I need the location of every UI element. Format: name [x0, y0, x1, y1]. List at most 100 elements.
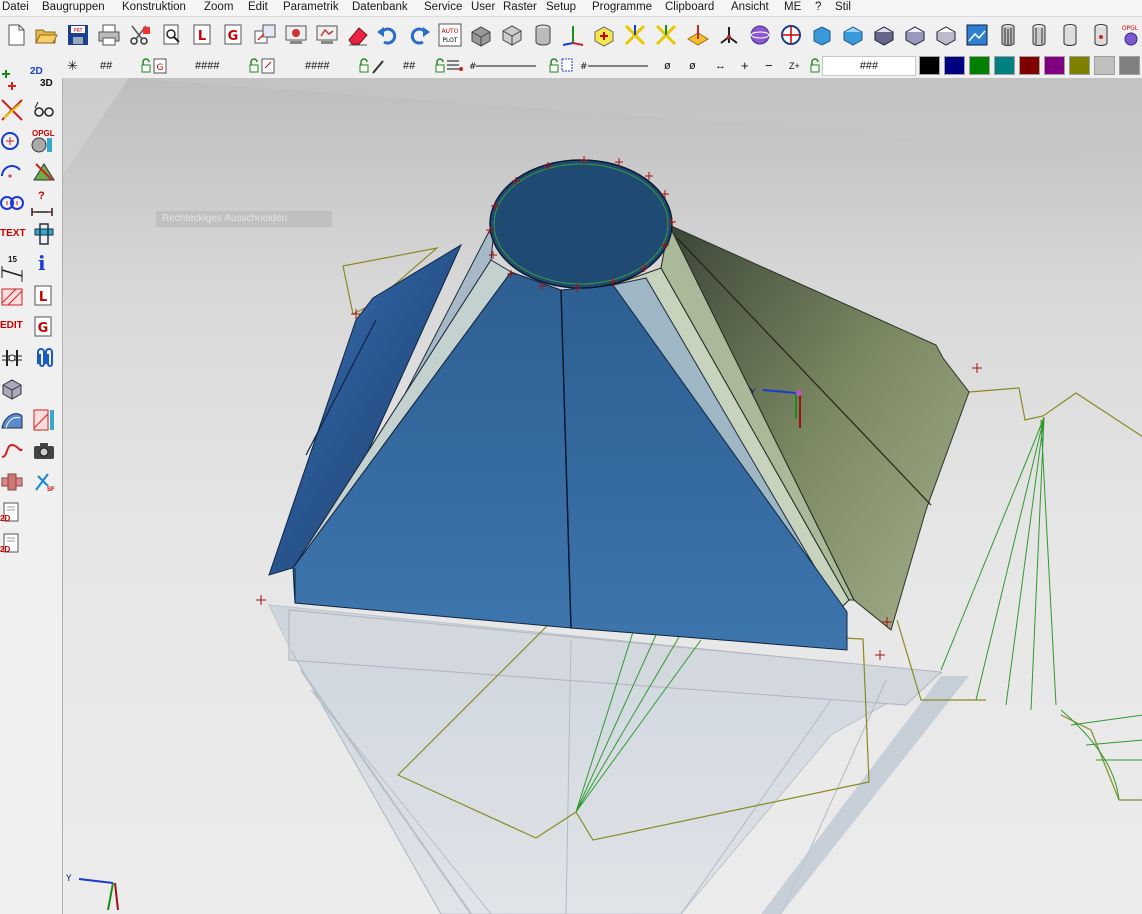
view-front-icon[interactable] — [810, 23, 834, 47]
menu-datei[interactable]: Datei — [2, 0, 29, 16]
redo-icon[interactable] — [407, 23, 431, 47]
dimension-query-icon[interactable]: ? — [30, 190, 54, 216]
3d-viewport[interactable]: Y Y Rechteckiges Ausschneiden — [62, 78, 1142, 914]
box-icon[interactable] — [500, 23, 524, 47]
circle-center-icon[interactable] — [0, 129, 24, 153]
view-iso2-icon[interactable] — [903, 23, 927, 47]
layer-stack-icon[interactable] — [32, 222, 56, 246]
edit-button[interactable]: EDIT — [0, 316, 24, 340]
menu-setup[interactable]: Setup — [546, 0, 576, 16]
menu-service[interactable]: Service — [424, 0, 462, 16]
layer-g-icon-left[interactable]: G — [32, 315, 56, 339]
view-top-icon[interactable] — [841, 23, 865, 47]
lock-layer-icon-2[interactable] — [248, 56, 278, 76]
z-plus-button[interactable]: Z+ — [789, 56, 800, 76]
color-swatch-purple[interactable] — [1044, 56, 1065, 75]
arc-icon[interactable] — [0, 160, 24, 184]
snap-star-button[interactable]: ✳ — [67, 56, 78, 76]
globe-icon[interactable] — [779, 23, 803, 47]
menu-baugruppen[interactable]: Baugruppen — [42, 0, 105, 16]
cylinder2-icon[interactable] — [1027, 23, 1051, 47]
image-icon[interactable] — [965, 23, 989, 47]
surface-icon[interactable] — [0, 408, 24, 432]
color-swatch-silver[interactable] — [1094, 56, 1115, 75]
open-folder-icon[interactable] — [34, 23, 58, 47]
lock-pen-icon[interactable] — [358, 56, 388, 76]
grid-hash-field-2[interactable]: #### — [195, 56, 219, 76]
move-lr-button[interactable]: ↔ — [715, 56, 726, 76]
layer-g-icon[interactable]: G — [222, 23, 246, 47]
print-icon[interactable] — [97, 23, 121, 47]
menu-me[interactable]: ME — [784, 0, 801, 16]
menu-zoom[interactable]: Zoom — [204, 0, 233, 16]
delete-line-icon[interactable] — [0, 98, 24, 122]
grid-hash-field-3[interactable]: #### — [305, 56, 329, 76]
export-icon[interactable] — [253, 23, 277, 47]
render-icon[interactable] — [284, 23, 308, 47]
menu-help[interactable]: ? — [815, 0, 821, 16]
cylinder-icon[interactable] — [531, 23, 555, 47]
cylinder3-icon[interactable] — [1058, 23, 1082, 47]
menu-raster[interactable]: Raster — [503, 0, 537, 16]
toggle-2d-3d-button[interactable]: 2D 3D — [30, 66, 54, 90]
zoom-minus-button[interactable]: − — [765, 56, 773, 76]
menu-parametrik[interactable]: Parametrik — [283, 0, 339, 16]
text-lock-icon[interactable] — [809, 56, 823, 76]
glasses-icon[interactable] — [32, 98, 56, 122]
save-part-icon[interactable]: PRT — [66, 23, 90, 47]
color-swatch-navy[interactable] — [944, 56, 965, 75]
cut-icon[interactable] — [128, 23, 152, 47]
sheet-metal-cone-model[interactable] — [268, 159, 970, 651]
menu-stil[interactable]: Stil — [835, 0, 851, 16]
solid-icon[interactable] — [469, 23, 493, 47]
line-width-icon[interactable]: # — [548, 56, 660, 76]
menu-ansicht[interactable]: Ansicht — [731, 0, 769, 16]
preview-icon[interactable] — [160, 23, 184, 47]
cube-icon[interactable] — [0, 377, 24, 401]
valve-icon[interactable] — [0, 346, 24, 370]
fill-pattern-icon[interactable] — [32, 160, 56, 184]
new-file-icon[interactable] — [4, 23, 28, 47]
cylinder4-icon[interactable] — [1089, 23, 1113, 47]
text-tool-button[interactable]: TEXT — [0, 224, 26, 248]
origin-icon[interactable] — [717, 23, 741, 47]
color-swatch-green[interactable] — [969, 56, 990, 75]
opgl-icon[interactable]: OPGL — [1118, 23, 1142, 47]
eraser-icon[interactable] — [346, 23, 370, 47]
sphere-icon[interactable] — [748, 23, 772, 47]
camera-icon[interactable] — [32, 439, 56, 463]
page-2d-button-b[interactable]: 2D — [0, 532, 24, 556]
add-point-icon[interactable] — [0, 68, 24, 92]
zaxis-icon[interactable] — [686, 23, 710, 47]
opgl-sphere-button[interactable]: OPGL — [30, 128, 55, 153]
info-button[interactable]: i — [32, 252, 56, 276]
color-swatch-maroon[interactable] — [1019, 56, 1040, 75]
menu-edit[interactable]: Edit — [248, 0, 268, 16]
color-swatch-black[interactable] — [919, 56, 940, 75]
sheet-flange-button[interactable]: SF — [32, 470, 56, 494]
plus-box-icon[interactable] — [592, 23, 616, 47]
layer-l-icon-left[interactable]: L — [32, 284, 56, 308]
layer-l-icon[interactable]: L — [191, 23, 215, 47]
paperclip-icon[interactable] — [32, 346, 56, 370]
axes-icon[interactable] — [561, 23, 585, 47]
hatch-lines-icon[interactable] — [32, 408, 56, 432]
barrel-icon[interactable] — [996, 23, 1020, 47]
text-input-field[interactable]: ### — [822, 56, 916, 76]
color-swatch-teal[interactable] — [994, 56, 1015, 75]
pipe-icon[interactable] — [0, 470, 24, 494]
hatch-icon[interactable] — [0, 285, 24, 309]
view-iso-icon[interactable] — [872, 23, 896, 47]
view-iso3-icon[interactable] — [934, 23, 958, 47]
color-swatch-olive[interactable] — [1069, 56, 1090, 75]
menu-datenbank[interactable]: Datenbank — [352, 0, 408, 16]
color-swatch-gray[interactable] — [1119, 56, 1140, 75]
menu-programme[interactable]: Programme — [592, 0, 652, 16]
curve-icon[interactable] — [0, 439, 24, 463]
line-style-icon[interactable]: # — [434, 56, 546, 76]
dimension-15-button[interactable]: 15 — [0, 254, 24, 282]
yaxis-icon[interactable] — [654, 23, 678, 47]
angle-field-1[interactable]: ø — [664, 56, 671, 76]
zoom-plus-button[interactable]: + — [741, 56, 749, 76]
menu-user[interactable]: User — [471, 0, 495, 16]
